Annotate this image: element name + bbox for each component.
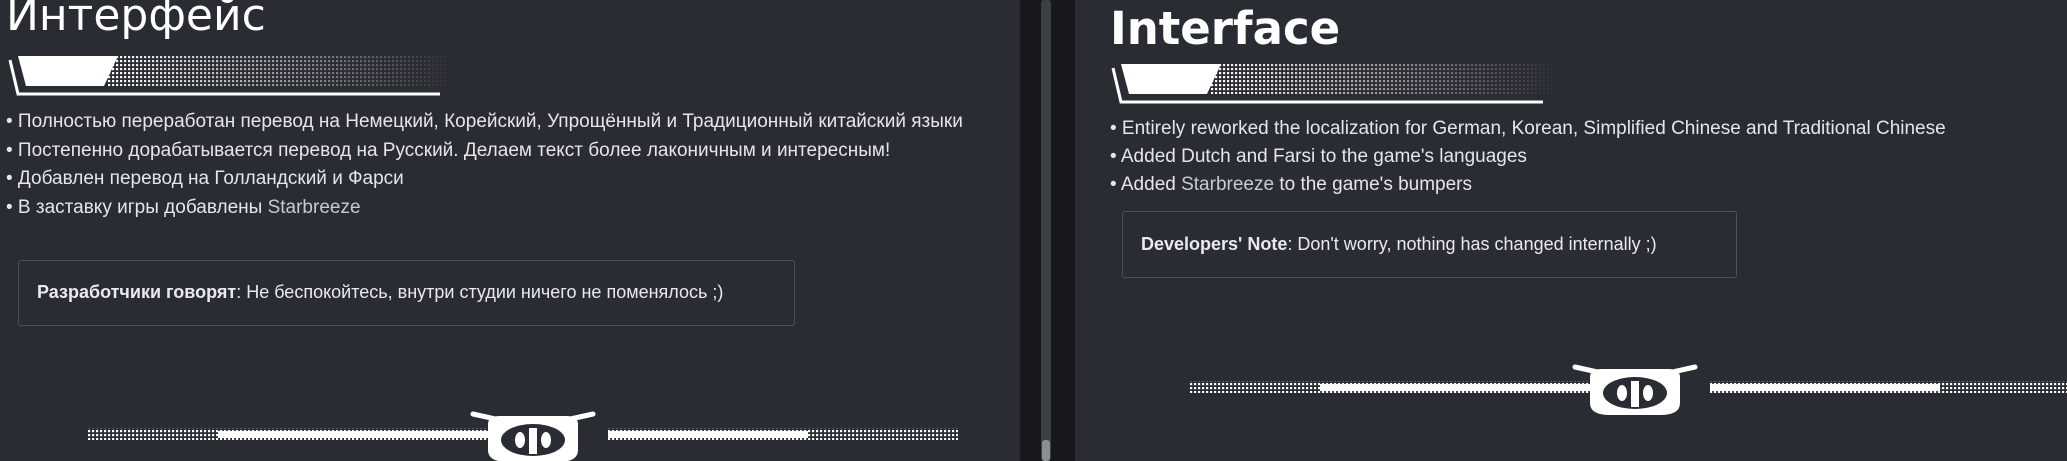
highlight-text: Starbreeze [267, 196, 361, 218]
highlight-text: Starbreeze [1181, 174, 1275, 195]
section-divider [88, 411, 958, 461]
brush-stroke-underline-icon [1111, 64, 1561, 104]
scrollbar-thumb[interactable] [1042, 440, 1050, 461]
section-divider [1190, 364, 2067, 415]
right-panel-english: Interface • Entirely reworked the locali… [1075, 0, 2067, 461]
changelog-list: • Entirely reworked the localization for… [1110, 115, 2067, 199]
developer-note-box: Разработчики говорят: Не беспокойтесь, в… [18, 260, 795, 326]
scrollbar-track[interactable] [1041, 0, 1051, 461]
list-item-text: • Added [1110, 174, 1182, 195]
note-text: : Не беспокойтесь, внутри студии ничего … [236, 282, 724, 302]
brush-stroke-underline-icon [8, 56, 458, 96]
developer-note-box: Developers' Note: Don't worry, nothing h… [1122, 211, 1737, 278]
list-item: • Добавлен перевод на Голландский и Фарс… [6, 168, 404, 189]
list-item: • Постепенно дорабатывается перевод на Р… [6, 139, 891, 161]
list-item: • Полностью переработан перевод на Немец… [6, 111, 963, 132]
list-item: • Entirely reworked the localization for… [1110, 118, 1946, 139]
note-label: Developers' Note [1141, 234, 1288, 254]
section-heading: Интерфейс [6, 0, 266, 41]
left-panel-russian: Интерфейс • Полностью переработан перево… [0, 0, 1020, 461]
list-item: • Added Starbreeze to the game's bumpers [1110, 171, 2067, 199]
note-label: Разработчики говорят [37, 282, 237, 302]
list-item: • Added Dutch and Farsi to the game's la… [1110, 146, 1527, 167]
robot-head-emblem-icon [470, 411, 596, 461]
list-item-text: to the game's bumpers [1274, 174, 1473, 195]
section-heading: Interface [1110, 2, 1341, 55]
list-item-text: • В заставку игры добавлены [6, 196, 268, 218]
note-text: : Don't worry, nothing has changed inter… [1287, 234, 1657, 254]
changelog-list: • Полностью переработан перевод на Немец… [6, 108, 1011, 222]
robot-head-emblem-icon [1572, 364, 1698, 415]
list-item: • В заставку игры добавлены Starbreeze [6, 194, 1011, 223]
